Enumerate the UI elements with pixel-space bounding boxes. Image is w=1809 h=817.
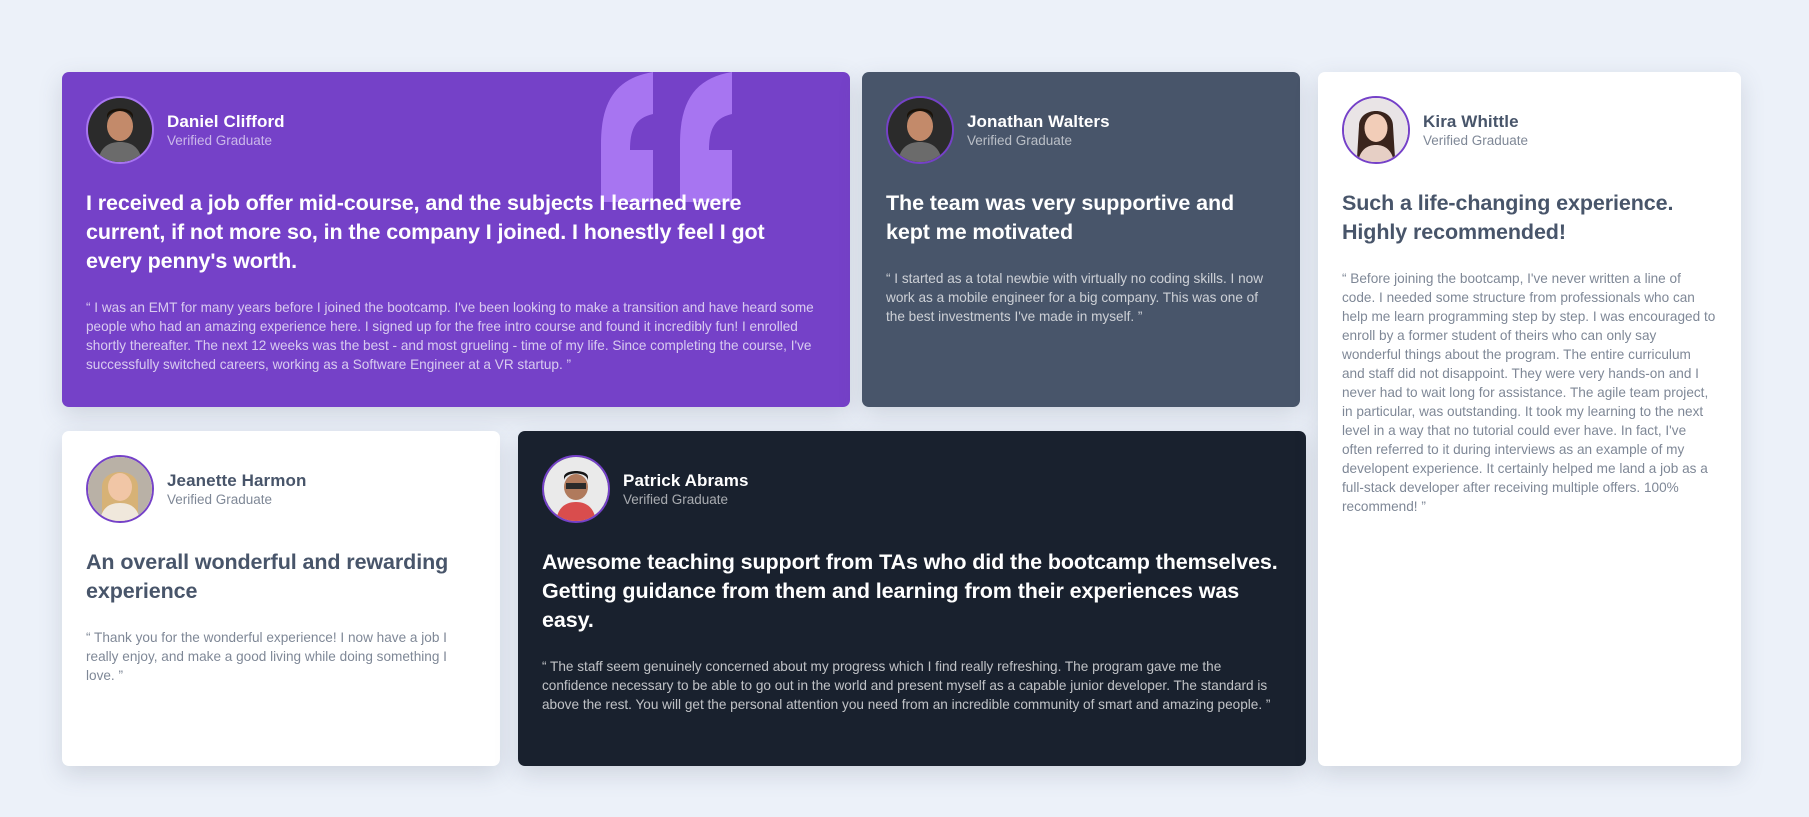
avatar xyxy=(86,455,154,523)
author-header: Daniel Clifford Verified Graduate xyxy=(86,96,826,164)
testimonial-card-kira-whittle: Kira Whittle Verified Graduate Such a li… xyxy=(1318,72,1741,766)
author-meta: Daniel Clifford Verified Graduate xyxy=(167,112,285,149)
author-header: Patrick Abrams Verified Graduate xyxy=(542,455,1282,523)
author-role: Verified Graduate xyxy=(967,132,1073,148)
author-name: Patrick Abrams xyxy=(623,470,749,490)
testimonial-headline: An overall wonderful and rewarding exper… xyxy=(86,550,449,603)
testimonial-body: “ The staff seem genuinely concerned abo… xyxy=(542,659,1271,712)
testimonials-grid: Daniel Clifford Verified Graduate I rece… xyxy=(62,72,1746,766)
testimonial-headline: Awesome teaching support from TAs who di… xyxy=(542,550,1278,632)
author-role: Verified Graduate xyxy=(1423,132,1529,148)
testimonial-card-daniel-clifford: Daniel Clifford Verified Graduate I rece… xyxy=(62,72,850,407)
author-meta: Jeanette Harmon Verified Graduate xyxy=(167,471,306,508)
testimonial-headline: I received a job offer mid-course, and t… xyxy=(86,191,765,273)
author-name: Daniel Clifford xyxy=(167,111,285,131)
avatar xyxy=(542,455,610,523)
author-name: Jonathan Walters xyxy=(967,111,1110,131)
author-header: Jonathan Walters Verified Graduate xyxy=(886,96,1276,164)
author-role: Verified Graduate xyxy=(167,491,273,507)
author-meta: Patrick Abrams Verified Graduate xyxy=(623,471,749,508)
author-name: Jeanette Harmon xyxy=(167,470,307,490)
author-role: Verified Graduate xyxy=(167,132,273,148)
testimonial-headline: Such a life-changing experience. Highly … xyxy=(1342,191,1674,244)
testimonial-body: “ I was an EMT for many years before I j… xyxy=(86,300,814,372)
testimonial-body: “ I started as a total newbie with virtu… xyxy=(886,271,1264,324)
testimonial-body: “ Before joining the bootcamp, I've neve… xyxy=(1342,271,1716,514)
testimonial-card-patrick-abrams: Patrick Abrams Verified Graduate Awesome… xyxy=(518,431,1306,766)
avatar xyxy=(886,96,954,164)
avatar xyxy=(1342,96,1410,164)
author-header: Jeanette Harmon Verified Graduate xyxy=(86,455,476,523)
testimonial-headline: The team was very supportive and kept me… xyxy=(886,191,1235,244)
testimonial-card-jonathan-walters: Jonathan Walters Verified Graduate The t… xyxy=(862,72,1300,407)
author-role: Verified Graduate xyxy=(623,491,729,507)
author-name: Kira Whittle xyxy=(1423,111,1519,131)
author-meta: Jonathan Walters Verified Graduate xyxy=(967,112,1110,149)
testimonial-card-jeanette-harmon: Jeanette Harmon Verified Graduate An ove… xyxy=(62,431,500,766)
author-header: Kira Whittle Verified Graduate xyxy=(1342,96,1717,164)
author-meta: Kira Whittle Verified Graduate xyxy=(1423,112,1528,149)
testimonial-body: “ Thank you for the wonderful experience… xyxy=(86,630,447,683)
avatar xyxy=(86,96,154,164)
